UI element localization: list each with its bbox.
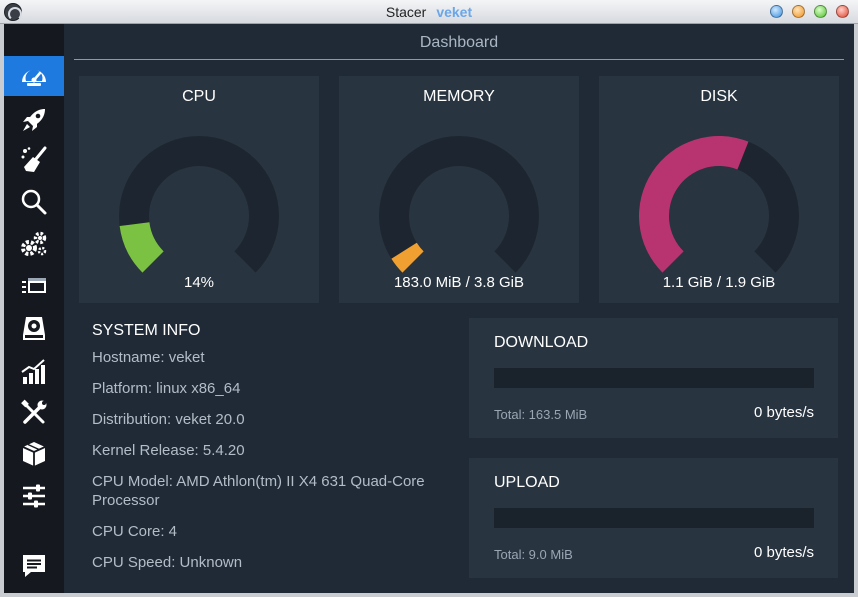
speedometer-icon bbox=[22, 69, 46, 86]
magnifier-icon bbox=[21, 189, 47, 215]
system-info-panel: SYSTEM INFO Hostname: veket Platform: li… bbox=[92, 322, 432, 584]
bar-chart-icon bbox=[21, 359, 45, 384]
sidebar bbox=[4, 24, 64, 593]
sidebar-item-search[interactable] bbox=[4, 182, 64, 222]
broom-icon bbox=[21, 146, 47, 172]
sliders-icon bbox=[23, 484, 45, 508]
cpu-gauge-card: CPU 14% bbox=[79, 76, 319, 303]
disc-drive-icon bbox=[23, 317, 45, 340]
upload-title: UPLOAD bbox=[494, 474, 560, 491]
windows-stack-icon bbox=[22, 278, 46, 293]
sidebar-item-settings[interactable] bbox=[4, 476, 64, 516]
disk-gauge bbox=[639, 136, 799, 273]
package-box-icon bbox=[22, 442, 46, 466]
sidebar-item-apt-repository[interactable] bbox=[4, 434, 64, 474]
window-title: Stacer veket bbox=[0, 4, 858, 20]
window-minimize-button[interactable] bbox=[792, 5, 805, 18]
window-title-host: veket bbox=[436, 4, 473, 20]
sidebar-item-dashboard[interactable] bbox=[4, 56, 64, 96]
download-card: DOWNLOAD Total: 163.5 MiB 0 bytes/s bbox=[469, 318, 838, 438]
system-info-title: SYSTEM INFO bbox=[92, 322, 201, 339]
upload-card: UPLOAD Total: 9.0 MiB 0 bytes/s bbox=[469, 458, 838, 578]
sidebar-item-services[interactable] bbox=[4, 224, 64, 264]
memory-gauge-value: 183.0 MiB / 3.8 GiB bbox=[393, 274, 525, 291]
disk-gauge-title: DISK bbox=[700, 88, 738, 105]
disk-gauge-value: 1.1 GiB / 1.9 GiB bbox=[662, 274, 776, 291]
system-info-cpu-model: CPU Model: AMD Athlon(tm) II X4 631 Quad… bbox=[92, 473, 425, 509]
sidebar-item-startup[interactable] bbox=[4, 100, 64, 140]
system-info-distribution: Distribution: veket 20.0 bbox=[92, 411, 245, 428]
sidebar-item-cleaner[interactable] bbox=[4, 140, 64, 180]
window-maximize-button[interactable] bbox=[814, 5, 827, 18]
system-info-hostname: Hostname: veket bbox=[92, 349, 205, 366]
memory-gauge bbox=[379, 136, 539, 273]
sidebar-item-processes[interactable] bbox=[4, 266, 64, 306]
window-close-button[interactable] bbox=[836, 5, 849, 18]
window-shade-button[interactable] bbox=[770, 5, 783, 18]
rocket-icon bbox=[23, 109, 45, 131]
cpu-gauge bbox=[119, 136, 279, 273]
download-title: DOWNLOAD bbox=[494, 334, 589, 351]
page-title: Dashboard bbox=[74, 24, 844, 60]
download-progress-bar bbox=[494, 368, 814, 388]
download-total: Total: 163.5 MiB bbox=[494, 407, 588, 422]
memory-gauge-card: MEMORY 183.0 MiB / 3.8 GiB bbox=[339, 76, 579, 303]
chat-bubble-icon bbox=[23, 555, 45, 577]
cpu-gauge-fill bbox=[119, 222, 164, 273]
download-speed: 0 bytes/s bbox=[753, 404, 814, 421]
sidebar-item-helpers[interactable] bbox=[4, 393, 64, 433]
sidebar-item-resources[interactable] bbox=[4, 352, 64, 392]
system-info-platform: Platform: linux x86_64 bbox=[92, 380, 241, 397]
cpu-gauge-title: CPU bbox=[182, 88, 216, 105]
upload-speed: 0 bytes/s bbox=[753, 544, 814, 561]
memory-gauge-title: MEMORY bbox=[423, 88, 495, 105]
sidebar-item-feedback[interactable] bbox=[4, 546, 64, 586]
disk-gauge-card: DISK 1.1 GiB / 1.9 GiB bbox=[599, 76, 839, 303]
upload-progress-bar bbox=[494, 508, 814, 528]
dashboard-content: Dashboard CPU 14% MEMORY 183.0 MiB / 3.8… bbox=[64, 24, 854, 593]
wrench-screwdriver-icon bbox=[21, 399, 47, 424]
title-bar: Stacer veket bbox=[0, 0, 858, 24]
gears-icon bbox=[21, 231, 47, 256]
upload-total: Total: 9.0 MiB bbox=[494, 547, 573, 562]
cpu-gauge-value: 14% bbox=[183, 274, 215, 291]
sidebar-item-uninstaller[interactable] bbox=[4, 308, 64, 348]
app-window: Dashboard CPU 14% MEMORY 183.0 MiB / 3.8… bbox=[4, 24, 854, 593]
disk-gauge-fill bbox=[639, 136, 749, 273]
system-info-cpu-core: CPU Core: 4 bbox=[92, 523, 178, 540]
system-info-kernel: Kernel Release: 5.4.20 bbox=[92, 442, 245, 459]
system-info-cpu-speed: CPU Speed: Unknown bbox=[92, 554, 243, 571]
window-title-app: Stacer bbox=[385, 4, 427, 20]
